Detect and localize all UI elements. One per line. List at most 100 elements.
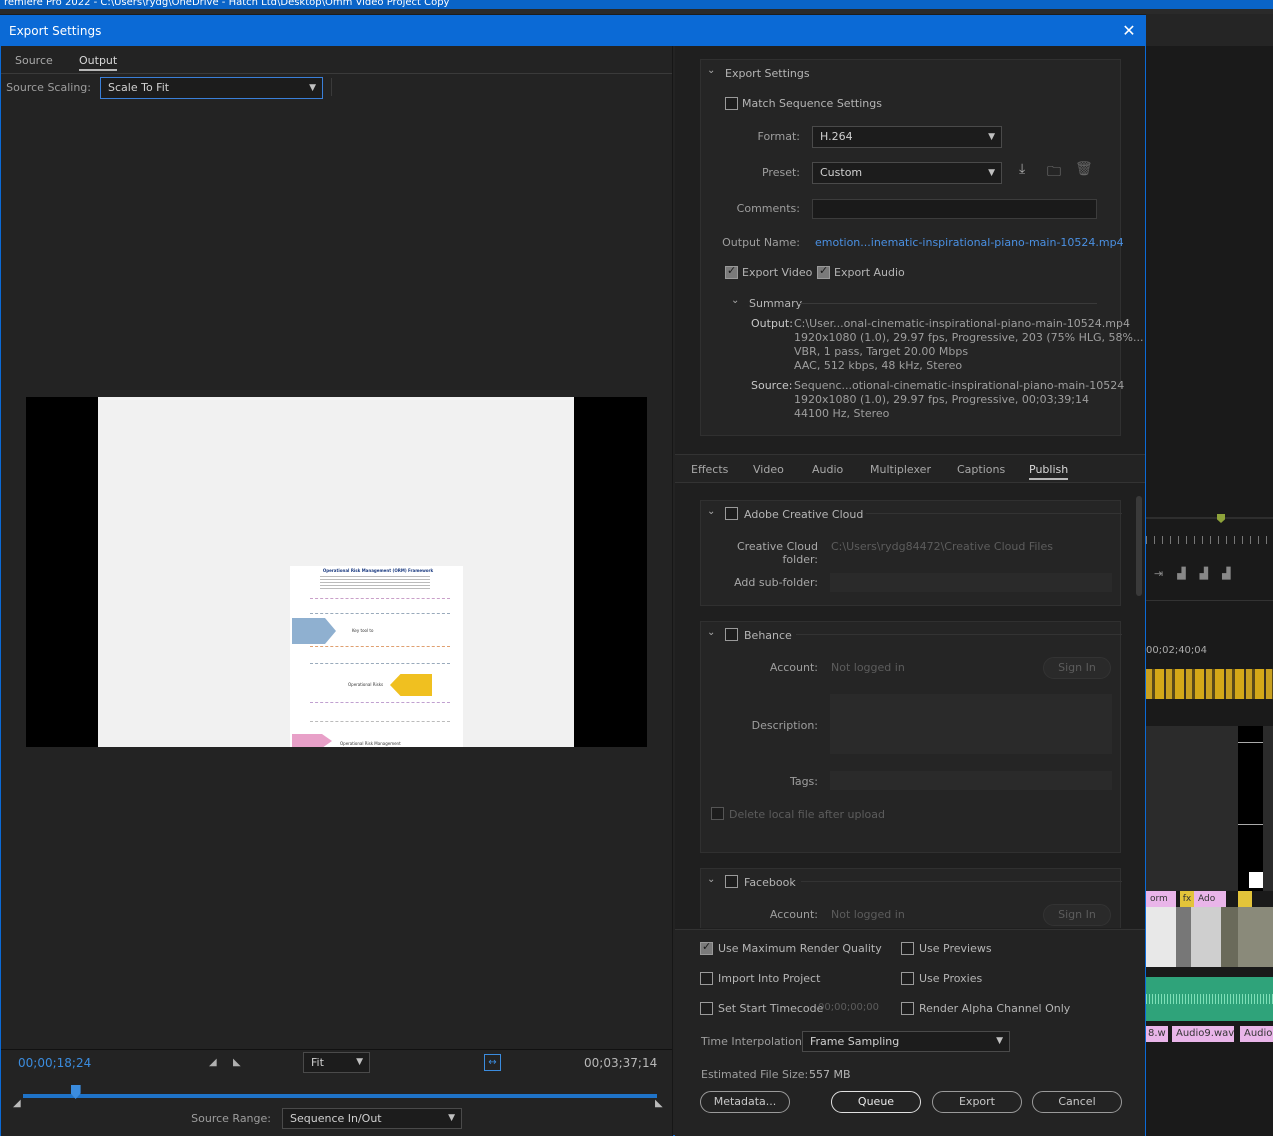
preset-value: Custom xyxy=(820,166,863,179)
cc-folder-label: Creative Cloud folder: xyxy=(736,540,818,566)
dialog-title: Export Settings xyxy=(9,24,102,38)
aspect-correction-icon[interactable]: ↔ xyxy=(484,1054,501,1071)
delete-local-checkbox[interactable] xyxy=(711,807,724,820)
output-name-link[interactable]: emotion...inematic-inspirational-piano-m… xyxy=(815,236,1124,249)
publish-panel: ⌄ Adobe Creative Cloud Creative Cloud fo… xyxy=(675,484,1145,928)
behance-tags-label: Tags: xyxy=(789,775,818,788)
source-range-value: Sequence In/Out xyxy=(290,1112,382,1125)
tab-audio[interactable]: Audio xyxy=(812,463,843,476)
behance-account-label: Account: xyxy=(769,661,818,674)
start-timecode-checkbox[interactable] xyxy=(700,1002,713,1015)
current-timecode[interactable]: 00;00;18;24 xyxy=(18,1056,91,1070)
delete-preset-icon[interactable]: 🗑 xyxy=(1075,161,1093,177)
export-audio-checkbox[interactable] xyxy=(817,264,830,279)
metadata-button[interactable]: Metadata... xyxy=(700,1091,790,1113)
match-sequence-checkbox[interactable] xyxy=(725,97,738,110)
chevron-down-icon: ▼ xyxy=(448,1113,455,1123)
max-render-checkbox[interactable] xyxy=(700,940,713,955)
export-settings-section: ⌄ Export Settings Match Sequence Setting… xyxy=(700,59,1144,436)
bg-audio-clip-2: Audio9.wav xyxy=(1172,1026,1234,1042)
facebook-checkbox[interactable] xyxy=(725,875,738,888)
max-render-label: Use Maximum Render Quality xyxy=(718,942,882,955)
chevron-down-icon: ▼ xyxy=(356,1057,363,1067)
preview-doc-center: Key tool to xyxy=(352,628,374,633)
save-preset-icon[interactable]: ⤓ xyxy=(1019,161,1025,177)
comments-input[interactable] xyxy=(812,199,1097,219)
behance-checkbox[interactable] xyxy=(725,628,738,641)
behance-section: ⌄ Behance Account: Not logged in Sign In… xyxy=(700,621,1122,853)
export-settings-header: Export Settings xyxy=(725,67,810,80)
summary-source-line: Sequenc...otional-cinematic-inspirationa… xyxy=(794,379,1125,392)
mark-out-icon[interactable]: ◣ xyxy=(233,1057,241,1068)
tab-effects[interactable]: Effects xyxy=(691,463,728,476)
comments-label: Comments: xyxy=(736,202,800,215)
bg-playhead-marker xyxy=(1217,514,1225,523)
app-menu-bar xyxy=(0,9,1273,14)
creative-cloud-checkbox[interactable] xyxy=(725,507,738,520)
source-scaling-value: Scale To Fit xyxy=(108,81,170,94)
alpha-only-checkbox[interactable] xyxy=(901,1002,914,1015)
start-timecode-value[interactable]: 00;00;00;00 xyxy=(818,1002,879,1013)
scrub-track[interactable] xyxy=(23,1085,657,1099)
publish-scrollbar[interactable] xyxy=(1136,496,1142,596)
range-in-handle[interactable]: ◢ xyxy=(13,1098,21,1109)
tab-publish[interactable]: Publish xyxy=(1029,463,1069,480)
behance-sign-in-button[interactable]: Sign In xyxy=(1043,657,1111,679)
behance-description-input[interactable] xyxy=(830,694,1112,754)
chevron-down-icon[interactable]: ⌄ xyxy=(731,295,739,306)
tab-source[interactable]: Source xyxy=(15,54,53,67)
close-icon[interactable]: ✕ xyxy=(1119,16,1139,46)
bg-timecode: 00;02;40;04 xyxy=(1146,645,1208,656)
tab-video[interactable]: Video xyxy=(753,463,784,476)
bottom-options: Use Maximum Render Quality Use Previews … xyxy=(675,929,1145,1136)
export-video-label: Export Video xyxy=(742,266,813,279)
summary-output-line: VBR, 1 pass, Target 20.00 Mbps xyxy=(794,345,969,358)
export-audio-label: Export Audio xyxy=(834,266,905,279)
source-scaling-dropdown[interactable]: Scale To Fit ▼ xyxy=(100,77,323,99)
facebook-sign-in-button[interactable]: Sign In xyxy=(1043,904,1111,926)
import-project-checkbox[interactable] xyxy=(700,972,713,985)
range-out-handle[interactable]: ◣ xyxy=(655,1098,663,1109)
mark-in-icon[interactable]: ◢ xyxy=(209,1057,217,1068)
format-label: Format: xyxy=(757,130,800,143)
use-previews-checkbox[interactable] xyxy=(901,942,914,955)
source-range-dropdown[interactable]: Sequence In/Out ▼ xyxy=(282,1108,462,1129)
behance-account-value: Not logged in xyxy=(831,661,905,674)
preview-arrow-pink xyxy=(292,734,332,747)
bg-audio-clip-1: 8.w xyxy=(1146,1026,1168,1042)
source-range-label: Source Range: xyxy=(191,1112,271,1125)
behance-description-label: Description: xyxy=(751,719,818,732)
cc-subfolder-input[interactable] xyxy=(830,573,1112,592)
dialog-title-bar: Export Settings ✕ xyxy=(1,16,1145,46)
file-size-label: Estimated File Size: xyxy=(701,1068,809,1081)
chevron-down-icon[interactable]: ⌄ xyxy=(707,874,715,885)
queue-button[interactable]: Queue xyxy=(831,1091,921,1113)
chevron-down-icon[interactable]: ⌄ xyxy=(707,627,715,638)
tab-captions[interactable]: Captions xyxy=(957,463,1005,476)
background-timeline-panel: ⇥▟▟▟ 00;02;40;04 orm fx Ado 8.w Audio9.w… xyxy=(1146,14,1273,1136)
zoom-dropdown[interactable]: Fit ▼ xyxy=(303,1052,370,1073)
tab-multiplexer[interactable]: Multiplexer xyxy=(870,463,931,476)
cc-folder-value[interactable]: C:\Users\rydg84472\Creative Cloud Files xyxy=(831,540,1053,553)
behance-tags-input[interactable] xyxy=(830,771,1112,790)
right-pane: ⌄ Export Settings Match Sequence Setting… xyxy=(675,46,1145,1136)
export-button[interactable]: Export xyxy=(932,1091,1022,1113)
chevron-down-icon[interactable]: ⌄ xyxy=(707,65,715,76)
facebook-account-label: Account: xyxy=(769,908,818,921)
preset-dropdown[interactable]: Custom ▼ xyxy=(812,162,1002,184)
format-dropdown[interactable]: H.264 ▼ xyxy=(812,126,1002,148)
summary-output-line: 1920x1080 (1.0), 29.97 fps, Progressive,… xyxy=(794,331,1144,344)
tab-output[interactable]: Output xyxy=(79,54,118,71)
preview-document: Operational Risk Management (ORM) Framew… xyxy=(290,566,463,747)
zoom-value: Fit xyxy=(311,1056,324,1069)
cancel-button[interactable]: Cancel xyxy=(1032,1091,1122,1113)
time-interp-dropdown[interactable]: Frame Sampling ▼ xyxy=(802,1031,1010,1052)
playhead[interactable] xyxy=(70,1085,81,1099)
bg-clip-fx: fx xyxy=(1180,891,1194,907)
import-preset-icon[interactable]: 🗀 xyxy=(1047,161,1061,185)
preview-arrow-yellow xyxy=(390,674,432,696)
export-video-checkbox[interactable] xyxy=(725,264,738,279)
chevron-down-icon[interactable]: ⌄ xyxy=(707,506,715,517)
use-proxies-checkbox[interactable] xyxy=(901,972,914,985)
chevron-down-icon: ▼ xyxy=(988,132,995,142)
